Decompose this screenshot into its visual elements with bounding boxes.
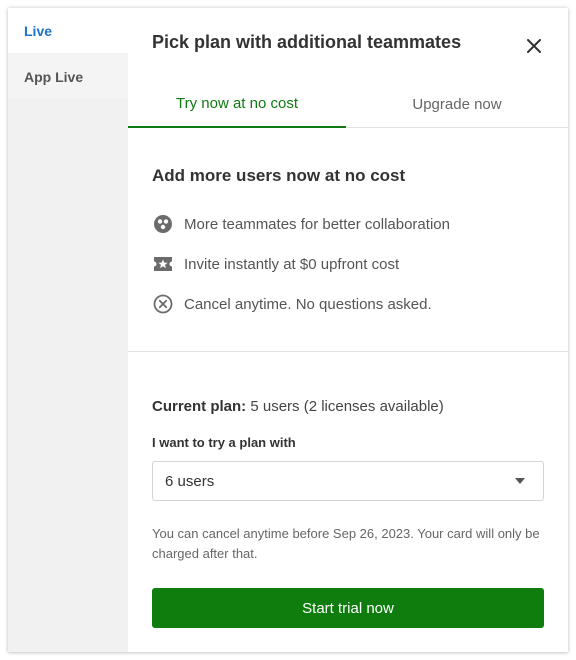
feature-text: More teammates for better collaboration xyxy=(184,215,450,233)
feature-item: Cancel anytime. No questions asked. xyxy=(152,292,432,316)
close-button[interactable] xyxy=(522,34,546,58)
current-plan-value: 5 users (2 licenses available) xyxy=(250,398,444,415)
sidebar: Live App Live xyxy=(8,8,128,652)
sidebar-item-live[interactable]: Live xyxy=(8,8,128,53)
cancel-circle-icon xyxy=(152,293,174,315)
close-icon xyxy=(527,39,541,53)
current-plan: Current plan: 5 users (2 licenses availa… xyxy=(152,398,444,415)
divider xyxy=(128,351,568,352)
sidebar-item-label: Live xyxy=(24,22,53,39)
plan-tabs: Try now at no cost Upgrade now xyxy=(128,80,568,128)
feature-text: Invite instantly at $0 upfront cost xyxy=(184,255,400,273)
tab-upgrade-now[interactable]: Upgrade now xyxy=(348,80,566,128)
tab-try-now[interactable]: Try now at no cost xyxy=(128,80,346,128)
dialog-title: Pick plan with additional teammates xyxy=(152,32,462,52)
plan-modal: Live App Live Pick plan with additional … xyxy=(8,8,568,652)
section-title: Add more users now at no cost xyxy=(152,166,406,185)
plan-select-label: I want to try a plan with xyxy=(152,435,296,450)
sidebar-item-app-live[interactable]: App Live xyxy=(8,54,128,99)
billing-note: You can cancel anytime before Sep 26, 20… xyxy=(152,526,540,561)
plan-panel: Pick plan with additional teammates Try … xyxy=(128,8,568,652)
sidebar-item-label: App Live xyxy=(24,68,84,85)
current-plan-label: Current plan: xyxy=(152,398,247,415)
selected-option: 6 users xyxy=(165,472,215,490)
feature-item: Invite instantly at $0 upfront cost xyxy=(152,252,399,276)
ticket-star-icon xyxy=(152,253,174,275)
start-trial-button[interactable]: Start trial now xyxy=(152,588,544,628)
feature-item: More teammates for better collaboration xyxy=(152,212,450,236)
chevron-down-icon xyxy=(515,478,525,484)
feature-text: Cancel anytime. No questions asked. xyxy=(184,295,432,313)
users-plan-select[interactable]: 6 users xyxy=(152,461,544,501)
teammates-icon xyxy=(152,213,174,235)
